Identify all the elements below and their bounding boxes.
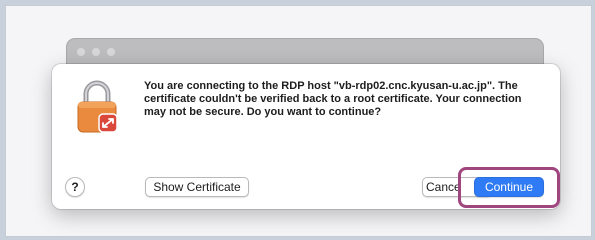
minimize-dot-icon[interactable] <box>92 48 100 56</box>
zoom-dot-icon[interactable] <box>107 48 115 56</box>
close-dot-icon[interactable] <box>77 48 85 56</box>
dialog-message: You are connecting to the RDP host "vb-r… <box>144 80 522 118</box>
show-certificate-button[interactable]: Show Certificate <box>145 177 249 197</box>
continue-highlight-box <box>458 167 560 208</box>
remote-desktop-icon <box>98 113 118 133</box>
help-button[interactable]: ? <box>65 177 85 197</box>
padlock-icon <box>75 78 123 134</box>
